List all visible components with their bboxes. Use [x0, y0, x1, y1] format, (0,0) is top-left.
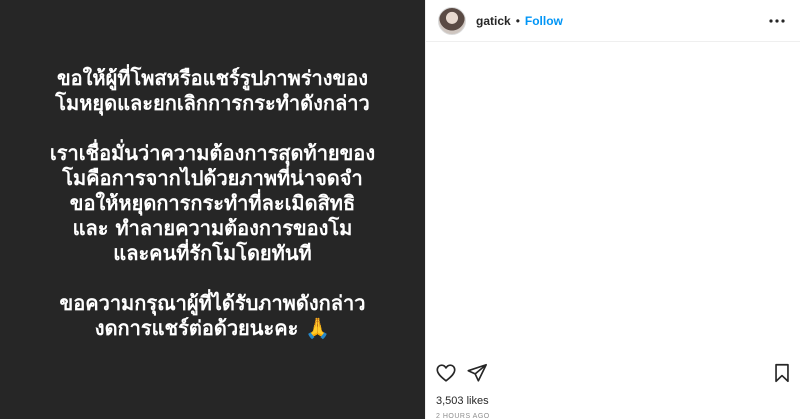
text-line: ขอให้หยุดการกระทำที่ละเมิดสิทธิ — [69, 191, 356, 215]
text-paragraph-3: ขอความกรุณาผู้ที่ได้รับภาพดังกล่าว งดการ… — [0, 291, 425, 341]
instagram-post-view: ขอให้ผู้ที่โพสหรือแชร์รูปภาพร่างของ โมหย… — [0, 0, 800, 420]
text-line: และ ทำลายความต้องการของโม — [72, 216, 353, 240]
likes-count[interactable]: 3,503 likes — [436, 395, 489, 407]
heart-icon[interactable] — [435, 362, 457, 384]
text-line: เราเชื่อมั่นว่าความต้องการสุดท้ายของ — [49, 141, 376, 165]
username[interactable]: gatick — [476, 14, 511, 28]
post-actions-bar — [426, 358, 800, 388]
follow-button[interactable]: Follow — [525, 14, 563, 28]
post-header: gatick • Follow — [426, 0, 800, 42]
text-line: โมหยุดและยกเลิกการกระทำดังกล่าว — [55, 91, 370, 115]
separator-dot: • — [515, 13, 520, 28]
more-options-icon[interactable] — [768, 12, 786, 30]
text-line: โมคือการจากไปด้วยภาพที่น่าจดจำ — [62, 166, 363, 190]
text-paragraph-2: เราเชื่อมั่นว่าความต้องการสุดท้ายของ โมค… — [0, 141, 425, 266]
text-line: และคนที่รักโมโดยทันที — [113, 241, 312, 265]
bookmark-icon[interactable] — [771, 362, 793, 384]
post-image-text: ขอให้ผู้ที่โพสหรือแชร์รูปภาพร่างของ โมหย… — [0, 66, 425, 366]
avatar[interactable] — [438, 6, 466, 35]
paper-plane-icon[interactable] — [466, 362, 488, 384]
post-image[interactable]: ขอให้ผู้ที่โพสหรือแชร์รูปภาพร่างของ โมหย… — [0, 0, 425, 419]
text-line: งดการแชร์ต่อด้วยนะคะ 🙏 — [94, 316, 331, 340]
text-line: ขอให้ผู้ที่โพสหรือแชร์รูปภาพร่างของ — [56, 66, 369, 90]
text-paragraph-1: ขอให้ผู้ที่โพสหรือแชร์รูปภาพร่างของ โมหย… — [0, 66, 425, 116]
text-line: ขอความกรุณาผู้ที่ได้รับภาพดังกล่าว — [59, 291, 366, 315]
post-side-panel: gatick • Follow 3,503 likes 2 HOURS AGO — [425, 0, 800, 420]
